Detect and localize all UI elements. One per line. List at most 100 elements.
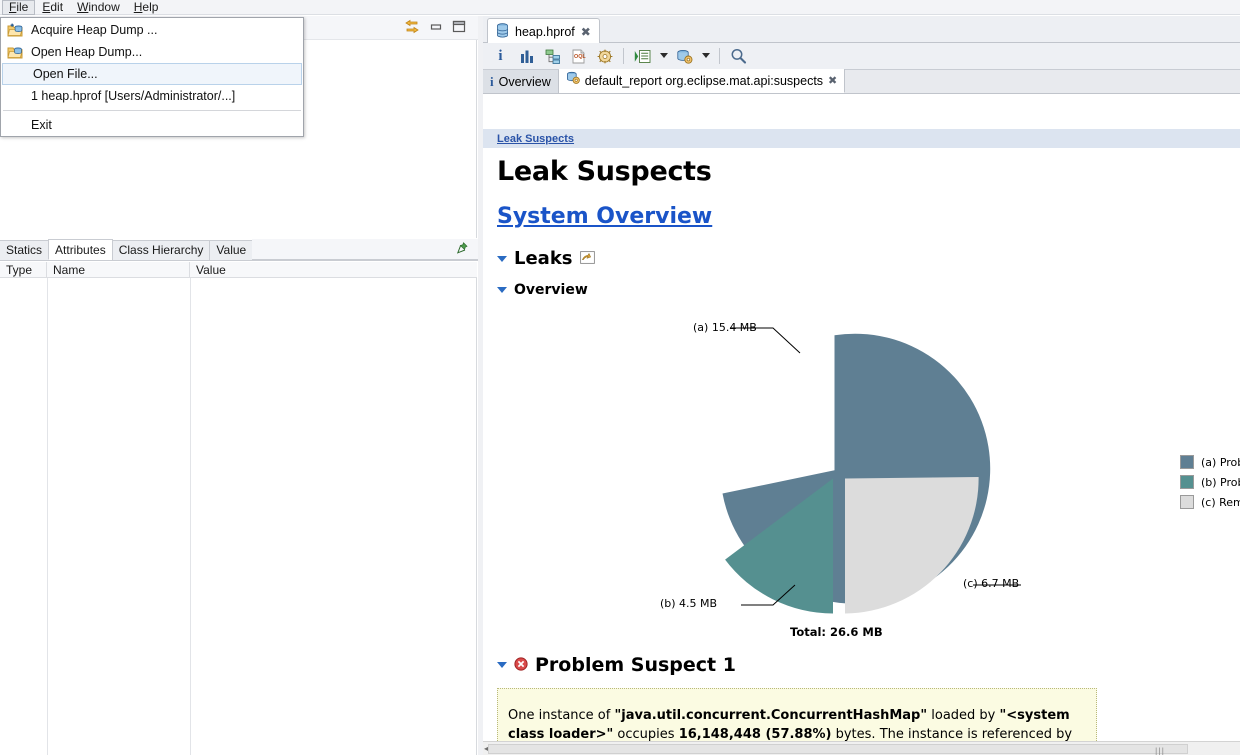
- toolbar-separator: [623, 48, 624, 64]
- attributes-table-body[interactable]: [0, 278, 477, 755]
- menu-file[interactable]: File: [2, 0, 36, 15]
- legend-swatch-c: [1180, 495, 1194, 509]
- suspect-text-2: loaded by: [927, 708, 1000, 723]
- breadcrumb: Leak Suspects: [483, 129, 1240, 148]
- report-section-icon[interactable]: [579, 250, 595, 267]
- column-header-value[interactable]: Value: [190, 262, 477, 278]
- section-overview: Overview: [497, 282, 1226, 298]
- inner-tab-overview[interactable]: i Overview: [483, 70, 559, 93]
- close-icon[interactable]: ✖: [581, 25, 591, 39]
- toolbar-separator: [719, 48, 720, 64]
- column-header-name[interactable]: Name: [47, 261, 190, 278]
- menu-item-acquire-heap-dump[interactable]: Acquire Heap Dump ...: [1, 19, 303, 41]
- tab-class-hierarchy[interactable]: Class Hierarchy: [111, 240, 211, 260]
- pane-buttons: [404, 19, 466, 37]
- inner-tab-default-report[interactable]: default_report org.eclipse.mat.api:suspe…: [558, 69, 846, 93]
- tab-value[interactable]: Value: [209, 240, 254, 260]
- menu-item-recent-heap-hprof[interactable]: 1 heap.hprof [Users/Administrator/...]: [1, 85, 303, 107]
- suspect-text-0: One instance of: [508, 708, 615, 723]
- section-heading-overview: Overview: [514, 282, 588, 298]
- attributes-view-tabs: Statics Attributes Class Hierarchy Value: [0, 239, 478, 261]
- thread-overview-icon[interactable]: [594, 46, 615, 67]
- menu-item-open-file[interactable]: Open File...: [2, 63, 302, 85]
- chevron-down-icon[interactable]: [497, 662, 507, 668]
- editor-toolbar: i OQL: [483, 43, 1240, 70]
- tab-label: Attributes: [55, 243, 106, 257]
- pie-svg: [722, 327, 1021, 614]
- chevron-down-icon[interactable]: [700, 46, 711, 67]
- menu-item-open-heap-dump[interactable]: Open Heap Dump...: [1, 41, 303, 63]
- tabs-filler: [252, 239, 478, 260]
- heap-dump-icon: [496, 22, 509, 41]
- minimize-icon[interactable]: [429, 20, 443, 36]
- link-with-editor-icon[interactable]: [404, 19, 420, 37]
- close-icon[interactable]: ✖: [828, 70, 837, 92]
- system-overview-link[interactable]: System Overview: [497, 204, 712, 229]
- search-icon[interactable]: [728, 46, 749, 67]
- chevron-down-icon[interactable]: [658, 46, 669, 67]
- blank-icon: [3, 116, 27, 134]
- editor-tab-heap-hprof[interactable]: heap.hprof ✖: [487, 18, 600, 44]
- legend-swatch-a: [1180, 455, 1194, 469]
- chevron-down-icon[interactable]: [497, 287, 507, 293]
- open-heap-dump-icon: [3, 43, 27, 61]
- legend-label-b: (b) Probl: [1201, 475, 1240, 489]
- menu-item-exit[interactable]: Exit: [1, 114, 303, 136]
- column-header-type[interactable]: Type: [0, 261, 47, 278]
- eclipse-mat-window: File Edit Window Help Acquire Heap Dump …: [0, 0, 1240, 755]
- section-heading-problem-suspect-1: Problem Suspect 1: [535, 654, 736, 676]
- column-divider: [190, 278, 191, 755]
- legend-item[interactable]: (c) Rema: [1180, 492, 1240, 512]
- suspect-text-5: 16,148,448 (57.88%): [678, 727, 832, 742]
- editor-tab-bar: heap.hprof ✖: [483, 16, 1240, 44]
- suspect-text-1: "java.util.concurrent.ConcurrentHashMap": [614, 708, 928, 723]
- menu-separator: [3, 110, 301, 111]
- run-expert-system-icon[interactable]: [632, 46, 653, 67]
- maximize-icon[interactable]: [452, 20, 466, 36]
- report-icon: [566, 70, 580, 92]
- tab-attributes[interactable]: Attributes: [48, 239, 113, 260]
- oql-icon[interactable]: OQL: [568, 46, 589, 67]
- page-title: Leak Suspects: [497, 156, 712, 187]
- file-menu-popup: Acquire Heap Dump ... Open Heap Dump... …: [0, 17, 304, 137]
- attributes-table-header: Type Name Value: [0, 261, 477, 278]
- pie-label-c: (c) 6.7 MB: [963, 577, 1020, 590]
- query-browser-icon[interactable]: [674, 46, 695, 67]
- scrollbar-grip: |||: [1155, 746, 1166, 755]
- leak-suspects-pie-chart: (a) 15.4 MB (b) 4.5 MB (c) 6.7 MB Total:…: [497, 304, 1240, 644]
- pie-label-b: (b) 4.5 MB: [660, 597, 718, 610]
- suspect-text-6: bytes. The instance is referenced by: [831, 727, 1073, 742]
- menu-item-label: Open Heap Dump...: [31, 45, 143, 59]
- legend-item[interactable]: (b) Probl: [1180, 472, 1240, 492]
- open-heap-dump-add-icon: [3, 21, 27, 39]
- tab-statics[interactable]: Statics: [0, 240, 50, 260]
- inner-tab-label: Overview: [498, 74, 551, 89]
- section-heading-leaks: Leaks: [514, 248, 573, 269]
- suspect-text-4: occupies: [613, 727, 679, 742]
- scrollbar-thumb[interactable]: [488, 744, 1188, 754]
- menu-edit[interactable]: Edit: [35, 0, 70, 14]
- legend-item[interactable]: (a) Probl: [1180, 452, 1240, 472]
- editor-tab-label: heap.hprof: [515, 24, 575, 39]
- breadcrumb-link-leak-suspects[interactable]: Leak Suspects: [497, 133, 574, 145]
- menu-item-label: Exit: [31, 118, 52, 132]
- report-body: Leak Suspects System Overview Leaks Over…: [483, 148, 1240, 749]
- horizontal-scrollbar[interactable]: ◀ |||: [483, 741, 1240, 755]
- error-icon: [514, 656, 528, 674]
- pie-slice-c[interactable]: [845, 477, 979, 614]
- attributes-view: Statics Attributes Class Hierarchy Value…: [0, 239, 478, 755]
- tab-label: Class Hierarchy: [118, 243, 204, 257]
- tab-label: Statics: [6, 243, 43, 257]
- pie-total-label: Total: 26.6 MB: [790, 625, 883, 639]
- dominator-tree-icon[interactable]: [542, 46, 563, 67]
- histogram-icon[interactable]: [516, 46, 537, 67]
- menu-window[interactable]: Window: [70, 0, 127, 14]
- menu-bar: File Edit Window Help: [0, 0, 1240, 15]
- pin-icon[interactable]: [456, 242, 468, 257]
- menu-help[interactable]: Help: [127, 0, 166, 14]
- section-problem-suspect-1: Problem Suspect 1: [497, 654, 1226, 676]
- chevron-down-icon[interactable]: [497, 255, 507, 262]
- info-icon[interactable]: i: [490, 46, 511, 67]
- inner-tabs-filler: [845, 70, 1240, 93]
- svg-text:OQL: OQL: [574, 54, 586, 60]
